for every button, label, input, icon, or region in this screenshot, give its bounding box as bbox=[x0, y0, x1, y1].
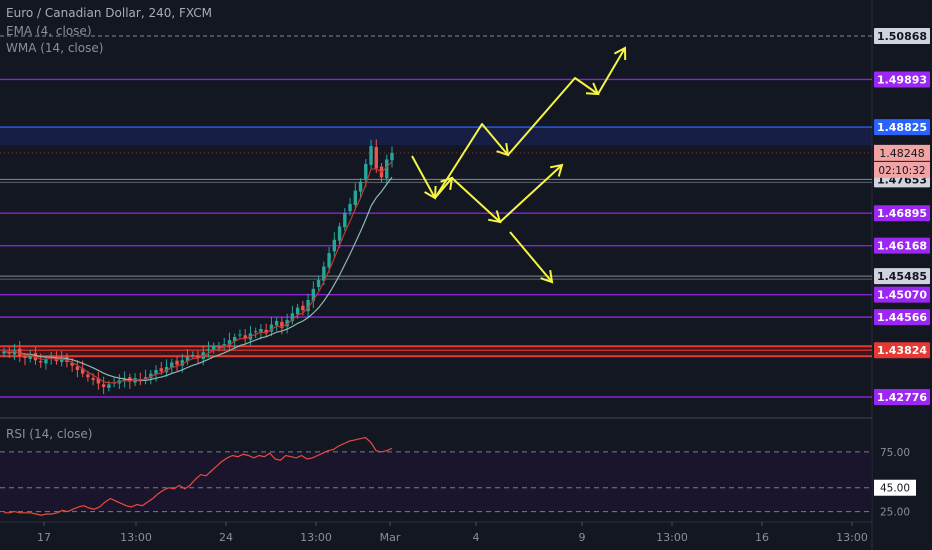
candle-body bbox=[332, 239, 337, 252]
time-tick-label: Mar bbox=[380, 531, 401, 544]
candle-body bbox=[217, 346, 221, 348]
candle-body bbox=[274, 320, 279, 326]
candle-body bbox=[206, 349, 211, 351]
time-tick-label: 17 bbox=[37, 531, 51, 544]
candle-body bbox=[191, 354, 195, 356]
price-label-text: 1.45485 bbox=[877, 270, 927, 283]
candle-body bbox=[316, 279, 321, 288]
candle-body bbox=[358, 181, 363, 192]
chart-stage: 1.50868 1.49893 1.48825 1.47653 1.46895 1.461… bbox=[0, 0, 932, 550]
time-tick-label: 13:00 bbox=[300, 531, 332, 544]
ema-legend: EMA (4, close) bbox=[6, 24, 92, 38]
price-label-text: 1.42776 bbox=[877, 391, 927, 404]
time-tick-label: 13:00 bbox=[836, 531, 868, 544]
candle-body bbox=[364, 163, 368, 180]
price-label-text: 1.48825 bbox=[877, 121, 927, 134]
current-price-label: 1.48248 bbox=[879, 147, 925, 160]
candle-body bbox=[86, 374, 90, 378]
candle-body bbox=[101, 384, 106, 387]
candle-body bbox=[374, 146, 378, 169]
candle-body bbox=[259, 329, 263, 333]
candle-body bbox=[23, 356, 27, 358]
price-label: 1.44566 bbox=[874, 309, 930, 326]
price-label-text: 1.44566 bbox=[877, 311, 927, 324]
candle-body bbox=[327, 253, 331, 268]
candle-body bbox=[348, 204, 352, 212]
price-label: 1.45485 bbox=[874, 268, 930, 285]
candle-body bbox=[253, 331, 258, 333]
candle-body bbox=[295, 307, 300, 315]
time-tick-label: 13:00 bbox=[120, 531, 152, 544]
red-zone bbox=[0, 346, 872, 357]
candle-body bbox=[39, 361, 43, 363]
rsi-band bbox=[0, 451, 872, 512]
rsi-legend: RSI (14, close) bbox=[6, 427, 93, 441]
price-label: 1.43824 bbox=[874, 342, 930, 359]
arrow-head bbox=[585, 82, 600, 96]
countdown-label: 02:10:32 bbox=[878, 165, 925, 177]
price-label-text: 1.46168 bbox=[877, 240, 927, 253]
price-label: 1.42776 bbox=[874, 388, 930, 405]
price-label: 1.46895 bbox=[874, 205, 930, 222]
chart-title: Euro / Canadian Dollar, 240, FXCM bbox=[6, 6, 212, 20]
projection-arrow bbox=[509, 231, 553, 283]
price-label: 1.45070 bbox=[874, 286, 930, 303]
price-label-text: 1.45070 bbox=[877, 289, 927, 302]
candle-body bbox=[390, 152, 394, 161]
time-tick-label: 16 bbox=[755, 531, 769, 544]
time-tick-label: 13:00 bbox=[656, 531, 688, 544]
projection-arrow bbox=[411, 47, 626, 199]
candle-body bbox=[353, 190, 357, 205]
candle-body bbox=[369, 146, 373, 165]
wma-legend: WMA (14, close) bbox=[6, 41, 104, 55]
candle-body bbox=[337, 226, 342, 241]
price-label: 1.46168 bbox=[874, 237, 930, 254]
price-label-text: 1.46895 bbox=[877, 207, 927, 220]
candle-body bbox=[91, 378, 95, 380]
candle-body bbox=[44, 359, 48, 364]
rsi-level-label: 25.00 bbox=[880, 507, 910, 519]
blue-zone bbox=[0, 127, 872, 146]
candle-body bbox=[301, 305, 305, 311]
time-tick-label: 24 bbox=[219, 531, 233, 544]
time-tick-label: 9 bbox=[579, 531, 586, 544]
price-label: 1.49893 bbox=[874, 71, 930, 88]
time-tick-label: 4 bbox=[473, 531, 480, 544]
candle-body bbox=[107, 384, 111, 388]
chart-svg[interactable]: 1.508681.498931.488251.476531.468951.461… bbox=[0, 0, 932, 550]
price-label-text: 1.50868 bbox=[877, 30, 927, 43]
candle-body bbox=[343, 213, 347, 228]
candle-body bbox=[222, 344, 226, 346]
price-label-text: 1.49893 bbox=[877, 73, 927, 86]
rsi-level-label: 75.00 bbox=[880, 447, 910, 459]
candle-body bbox=[159, 368, 163, 372]
price-label: 1.50868 bbox=[874, 27, 930, 44]
rsi-level-label: 45.00 bbox=[880, 483, 910, 495]
candle-body bbox=[175, 360, 179, 365]
candle-body bbox=[75, 366, 80, 371]
candle-body bbox=[238, 334, 242, 336]
price-label-text: 1.43824 bbox=[877, 344, 927, 357]
price-label: 1.48825 bbox=[874, 119, 930, 136]
